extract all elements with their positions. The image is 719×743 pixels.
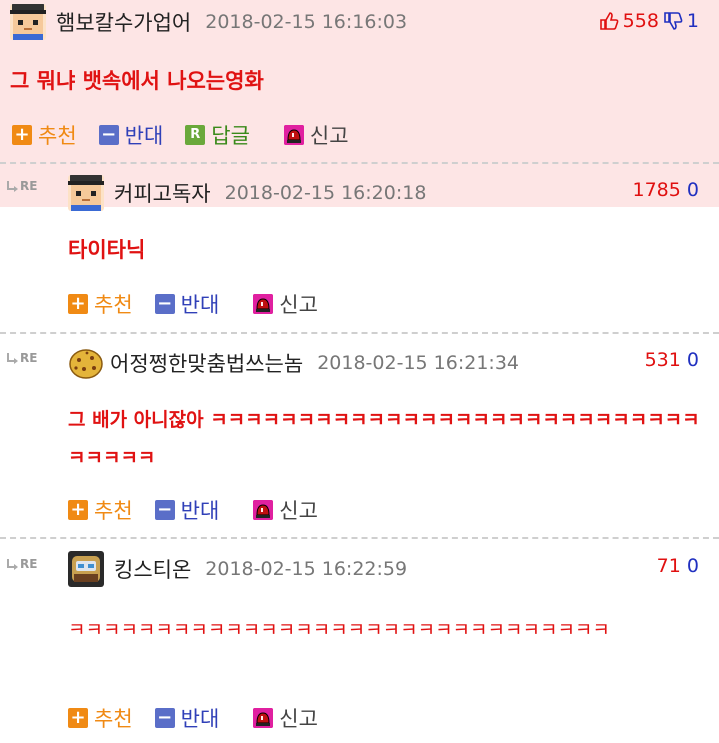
- reply-comment: RE 어정쩡한맞춤법쓰는놈 2018-02-15 16:21:34 531 0 …: [0, 333, 719, 539]
- siren-icon: [253, 708, 274, 728]
- oppose-button[interactable]: − 반대: [154, 703, 220, 733]
- avatar[interactable]: [68, 345, 104, 381]
- reply-arrow-icon: RE: [6, 351, 37, 365]
- plus-icon: +: [68, 708, 88, 728]
- reply-arrow-icon: RE: [6, 557, 37, 571]
- oppose-label: 반대: [180, 293, 220, 317]
- comment-header: 커피고독자 2018-02-15 16:20:18: [68, 171, 719, 215]
- report-button[interactable]: 신고: [253, 495, 318, 525]
- oppose-label: 반대: [124, 124, 164, 148]
- nickname[interactable]: 햄보칼수가업어: [56, 7, 191, 37]
- minus-icon: −: [154, 500, 175, 520]
- oppose-button[interactable]: − 반대: [154, 289, 220, 319]
- downvote-count: 1: [686, 10, 699, 32]
- plus-icon: +: [68, 294, 88, 314]
- minus-icon: −: [154, 708, 175, 728]
- vote-counts: 1785 0: [633, 179, 700, 201]
- comment-actions: + 추천 − 반대 신고: [68, 495, 340, 525]
- comment-header: 킹스티온 2018-02-15 16:22:59: [68, 547, 719, 591]
- report-button[interactable]: 신고: [283, 120, 349, 150]
- avatar[interactable]: [10, 4, 46, 40]
- upvote-count: 531: [644, 349, 681, 371]
- minus-icon: −: [98, 125, 119, 145]
- oppose-label: 반대: [180, 707, 220, 731]
- recommend-label: 추천: [94, 293, 133, 317]
- timestamp: 2018-02-15 16:21:34: [317, 352, 519, 374]
- comment-actions: + 추천 − 반대 R 답글 신고: [12, 120, 371, 150]
- reply-button[interactable]: R 답글: [185, 120, 250, 150]
- timestamp: 2018-02-15 16:16:03: [205, 11, 408, 33]
- siren-icon: [253, 294, 274, 314]
- comment-actions: + 추천 − 반대 신고: [68, 703, 340, 733]
- report-button[interactable]: 신고: [253, 289, 318, 319]
- downvote-count: 0: [686, 179, 699, 201]
- downvote-count: 0: [686, 349, 699, 371]
- comment-body: ㅋㅋㅋㅋㅋㅋㅋㅋㅋㅋㅋㅋㅋㅋㅋㅋㅋㅋㅋㅋㅋㅋㅋㅋㅋㅋㅋㅋㅋㅋㅋ: [68, 619, 610, 641]
- avatar[interactable]: [68, 175, 104, 211]
- nickname[interactable]: 어정쩡한맞춤법쓰는놈: [110, 348, 303, 378]
- recommend-button[interactable]: + 추천: [68, 703, 133, 733]
- vote-counts: 558 1: [599, 10, 699, 32]
- oppose-label: 반대: [180, 499, 220, 523]
- plus-icon: +: [68, 500, 88, 520]
- comment-actions: + 추천 − 반대 신고: [68, 289, 340, 319]
- plus-icon: +: [12, 125, 32, 145]
- oppose-button[interactable]: − 반대: [98, 120, 164, 150]
- reply-label: 답글: [211, 124, 250, 148]
- upvote-count: 558: [622, 10, 659, 32]
- comment-header: 어정쩡한맞춤법쓰는놈 2018-02-15 16:21:34: [68, 341, 719, 385]
- recommend-label: 추천: [94, 707, 133, 731]
- downvote-count: 0: [686, 555, 699, 577]
- minus-icon: −: [154, 294, 175, 314]
- nickname[interactable]: 커피고독자: [114, 178, 211, 208]
- recommend-button[interactable]: + 추천: [68, 289, 133, 319]
- reply-icon: R: [185, 125, 206, 145]
- comment-body: 그 배가 아니잖아 ㅋㅋㅋㅋㅋㅋㅋㅋㅋㅋㅋㅋㅋㅋㅋㅋㅋㅋㅋㅋㅋㅋㅋㅋㅋㅋㅋㅋㅋㅋ…: [68, 409, 700, 469]
- report-label: 신고: [279, 293, 318, 317]
- nickname[interactable]: 킹스티온: [114, 554, 191, 584]
- recommend-label: 추천: [94, 499, 133, 523]
- upvote-count: 71: [656, 555, 681, 577]
- recommend-button[interactable]: + 추천: [68, 495, 133, 525]
- reply-arrow-icon: RE: [6, 179, 37, 193]
- avatar[interactable]: [68, 551, 104, 587]
- thumbs-down-icon: [663, 11, 683, 31]
- report-button[interactable]: 신고: [253, 703, 318, 733]
- thumbs-up-icon: [599, 11, 619, 31]
- recommend-button[interactable]: + 추천: [12, 120, 77, 150]
- upvote-count: 1785: [632, 179, 681, 201]
- report-label: 신고: [279, 707, 318, 731]
- comment-body: 타이타닉: [68, 238, 146, 262]
- timestamp: 2018-02-15 16:20:18: [224, 182, 427, 204]
- recommend-label: 추천: [38, 124, 77, 148]
- siren-icon: [253, 500, 274, 520]
- report-label: 신고: [309, 124, 349, 148]
- reply-comment: RE 커피고독자 2018-02-15 16:20:18 1785 0 타이타닉…: [0, 163, 719, 334]
- comment-body: 그 뭐냐 뱃속에서 나오는영화: [10, 69, 264, 93]
- oppose-button[interactable]: − 반대: [154, 495, 220, 525]
- timestamp: 2018-02-15 16:22:59: [205, 558, 408, 580]
- reply-comment: RE 킹스티온 2018-02-15 16:22:59 71 0 ㅋㅋㅋㅋㅋㅋㅋ…: [0, 539, 719, 743]
- report-label: 신고: [279, 499, 318, 523]
- vote-counts: 531 0: [645, 349, 699, 371]
- siren-icon: [283, 125, 304, 145]
- vote-counts: 71 0: [657, 555, 699, 577]
